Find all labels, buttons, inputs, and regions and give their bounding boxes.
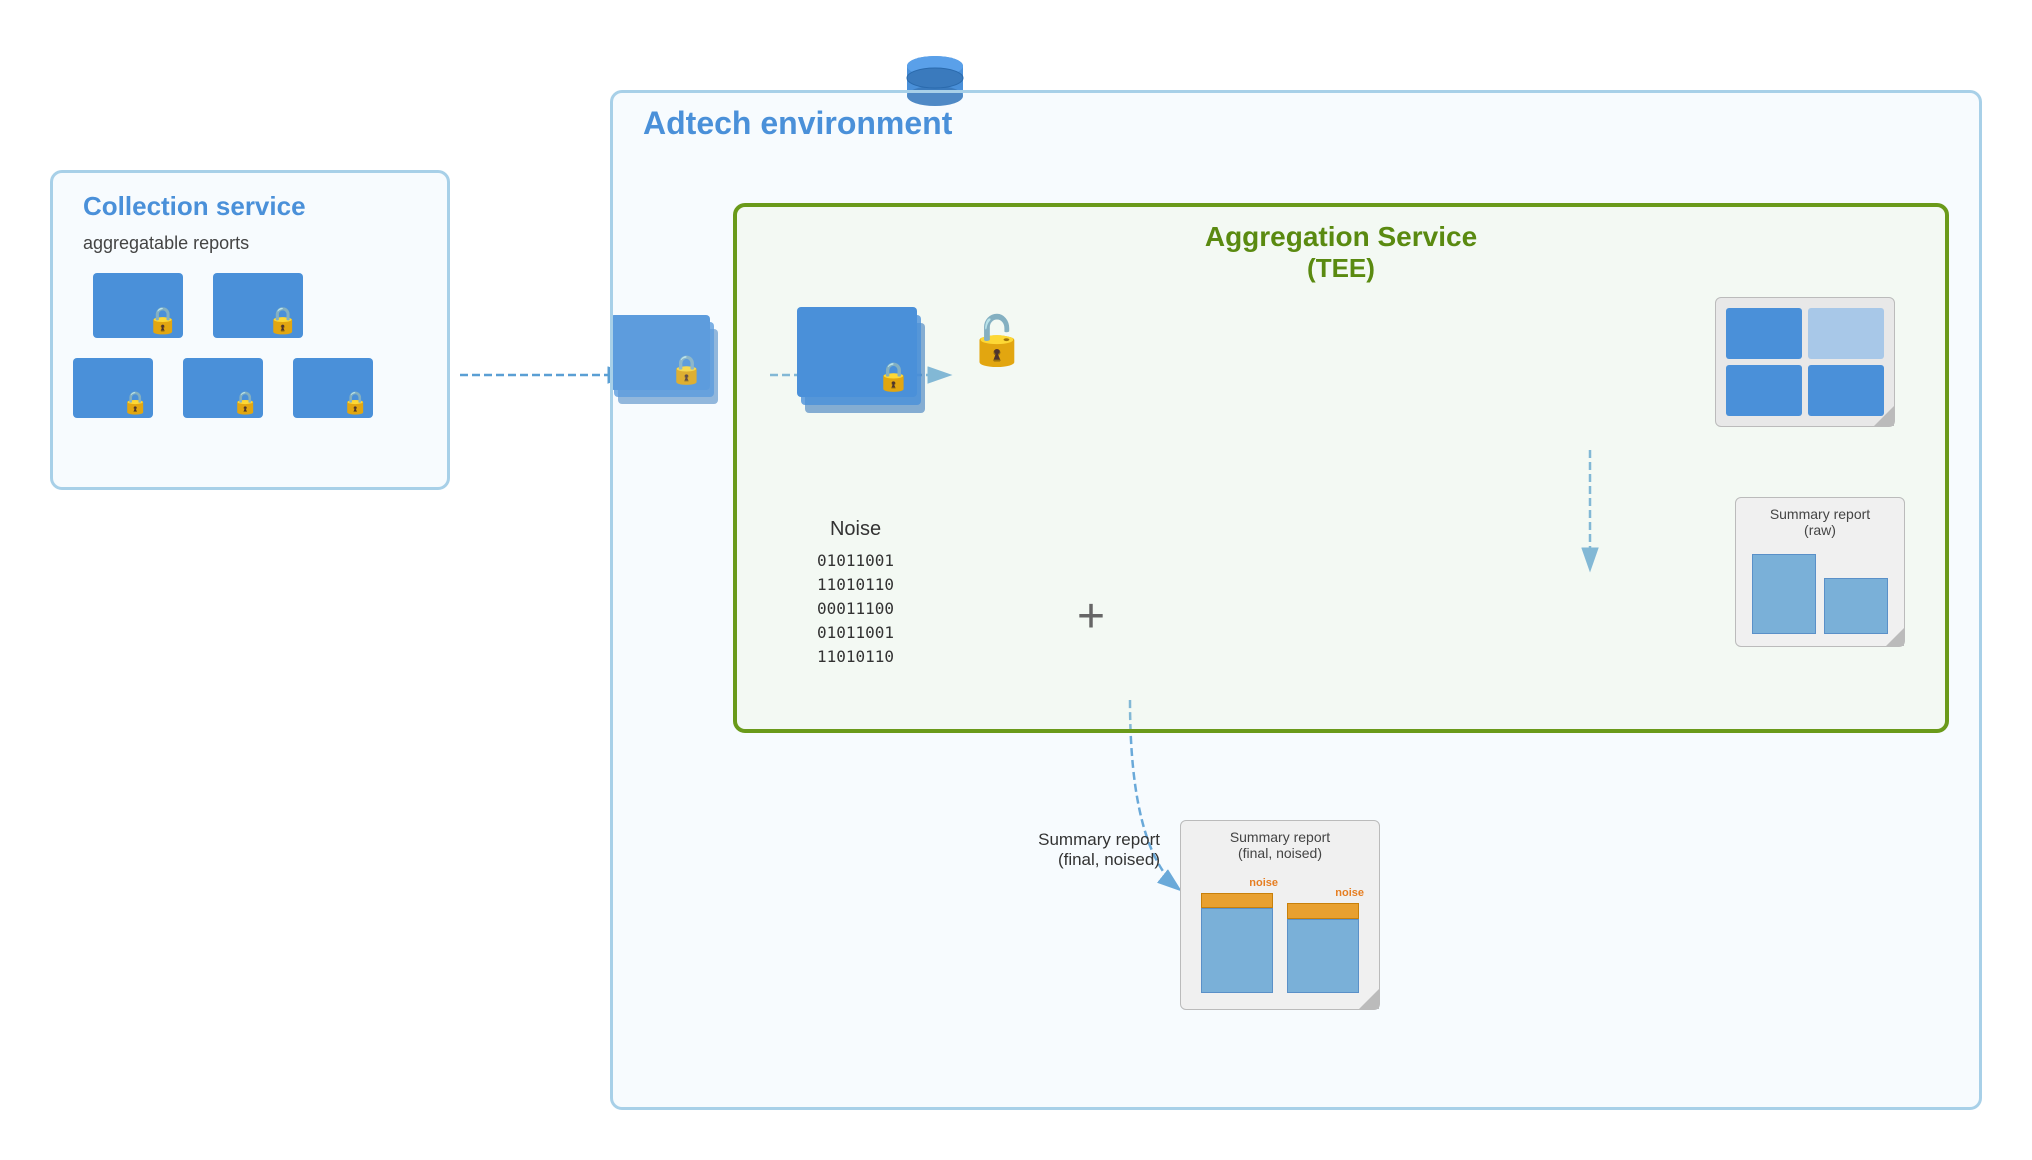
aggregation-service-box: Aggregation Service (TEE) 🔒 🔓 [733,203,1949,733]
summary-report-final-card: Summary report (final, noised) noise noi… [1180,820,1380,1010]
summary-report-raw-card: Summary report (raw) [1735,497,1905,647]
noise-label-bar1: noise [1249,877,1278,889]
summary-final-label: Summary report (final, noised) [1181,821,1379,861]
unlocked-padlock: 🔓 [967,312,1027,369]
diagram-wrapper: Collection service aggregatable reports … [30,30,2002,1130]
noise-label-bar2: noise [1335,887,1364,899]
collection-title: Collection service [83,191,306,222]
collection-sublabel: aggregatable reports [83,233,249,254]
report-card-2: 🔒 [213,273,303,338]
noise-label: Noise [817,518,894,541]
noise-section: Noise 01011001 11010110 00011100 0101100… [817,518,894,669]
report-card-1: 🔒 [93,273,183,338]
report-card-4: 🔒 [183,358,263,418]
adtech-title: Adtech environment [643,105,952,142]
noise-binary: 01011001 11010110 00011100 01011001 1101… [817,549,894,669]
decoded-report-card [1715,297,1895,427]
summary-raw-label: Summary report (raw) [1736,498,1904,538]
report-card-5: 🔒 [293,358,373,418]
summary-final-text-label: Summary report (final, noised) [960,830,1160,870]
aggregation-title: Aggregation Service (TEE) [1205,221,1477,284]
plus-operator: + [1077,589,1105,644]
report-card-3: 🔒 [73,358,153,418]
aggregation-input-batch: 🔒 [797,307,947,437]
collection-service-box: Collection service aggregatable reports … [50,170,450,490]
